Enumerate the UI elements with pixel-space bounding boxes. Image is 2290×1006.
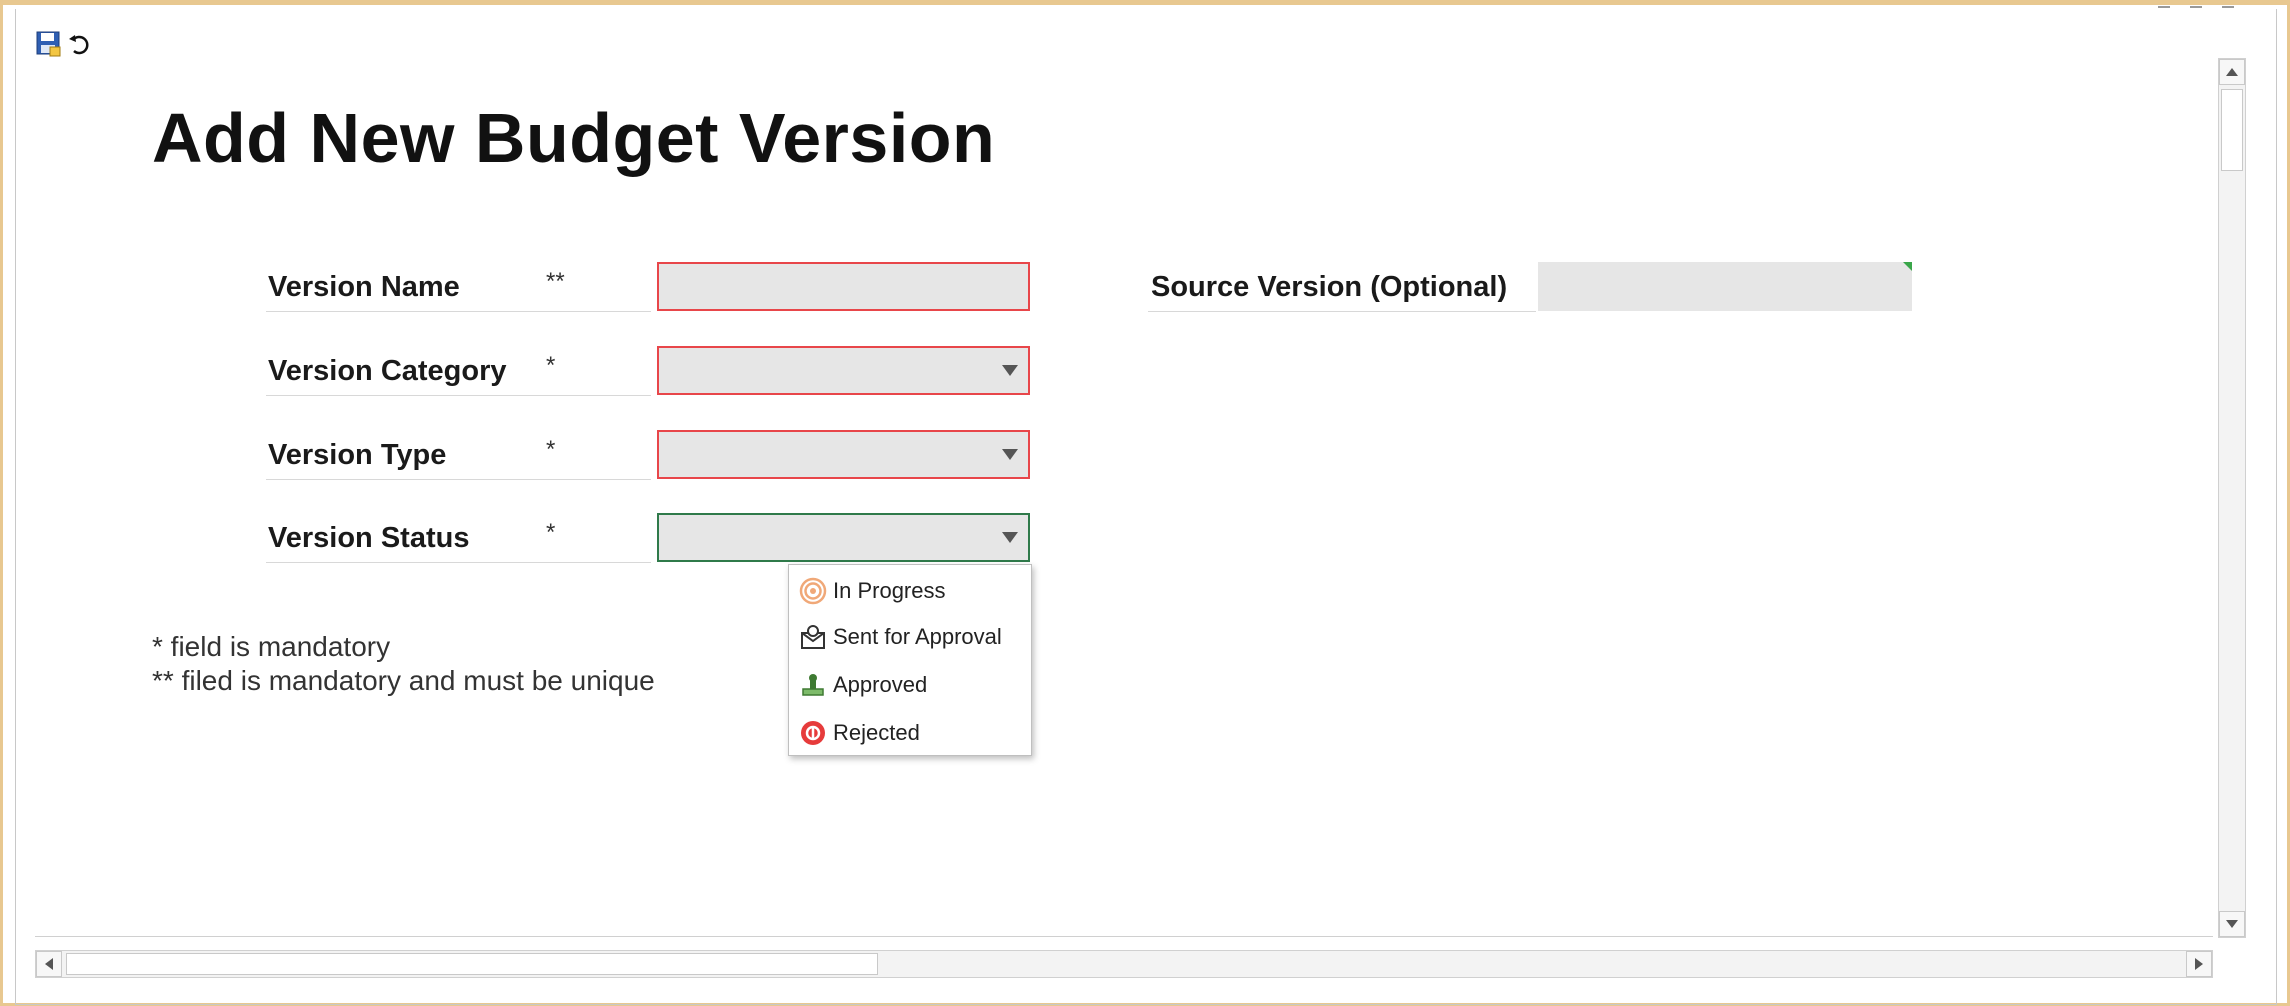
version-status-row: Version Status * <box>266 513 1030 563</box>
lookup-indicator-icon <box>1903 262 1912 271</box>
scroll-right-button[interactable] <box>2186 951 2212 977</box>
approved-icon <box>799 671 827 699</box>
divider <box>266 479 651 480</box>
version-status-dropdown: In Progress Sent for Approval Approved R… <box>788 564 1032 756</box>
mandatory-notes: * field is mandatory ** filed is mandato… <box>152 630 655 698</box>
divider <box>1148 311 1536 312</box>
source-version-label: Source Version (Optional) <box>1151 271 1508 303</box>
maximize-icon[interactable] <box>2222 0 2234 8</box>
version-name-label: Version Name <box>268 271 460 303</box>
window-controls <box>2158 0 2234 10</box>
save-button[interactable] <box>35 30 63 58</box>
refresh-button[interactable] <box>65 30 93 58</box>
dropdown-option-approved[interactable]: Approved <box>799 665 927 705</box>
rejected-icon <box>799 719 827 747</box>
version-category-select[interactable] <box>657 346 1030 395</box>
divider <box>266 395 651 396</box>
arrow-down-icon <box>2226 920 2238 928</box>
scroll-left-button[interactable] <box>36 951 62 977</box>
version-type-select[interactable] <box>657 430 1030 479</box>
scroll-down-button[interactable] <box>2219 911 2245 937</box>
dropdown-option-label: Approved <box>833 672 928 697</box>
restore-icon[interactable] <box>2190 0 2202 8</box>
version-type-required-marker: * <box>546 436 556 463</box>
vertical-scrollbar[interactable] <box>2218 58 2246 938</box>
dropdown-option-label: Sent for Approval <box>833 624 1002 649</box>
dropdown-option-sent-for-approval[interactable]: Sent for Approval <box>799 617 1002 657</box>
refresh-icon <box>69 35 89 55</box>
version-status-required-marker: * <box>546 519 556 546</box>
horizontal-scrollbar[interactable] <box>35 950 2213 978</box>
version-name-required-marker: ** <box>546 268 565 295</box>
dropdown-option-in-progress[interactable]: In Progress <box>799 571 946 611</box>
scroll-up-button[interactable] <box>2219 59 2245 85</box>
version-status-label: Version Status <box>268 522 470 554</box>
source-version-row: Source Version (Optional) <box>1148 262 1912 312</box>
version-category-row: Version Category * <box>266 346 1030 396</box>
save-icon <box>36 31 61 57</box>
toolbar <box>35 30 93 58</box>
chevron-down-icon[interactable] <box>1002 365 1018 376</box>
arrow-up-icon <box>2226 68 2238 76</box>
note-unique: ** filed is mandatory and must be unique <box>152 665 655 696</box>
version-type-row: Version Type * <box>266 430 1030 480</box>
version-name-input[interactable] <box>657 262 1030 311</box>
in-progress-icon <box>799 577 827 605</box>
version-category-label: Version Category <box>268 355 507 387</box>
chevron-down-icon[interactable] <box>1002 449 1018 460</box>
dropdown-option-rejected[interactable]: Rejected <box>799 713 920 753</box>
horizontal-scroll-thumb[interactable] <box>66 953 878 975</box>
note-mandatory: * field is mandatory <box>152 631 391 662</box>
sent-for-approval-icon <box>799 623 827 651</box>
arrow-right-icon <box>2195 958 2203 970</box>
dropdown-option-label: Rejected <box>833 720 920 745</box>
dropdown-option-label: In Progress <box>833 578 946 603</box>
divider <box>35 936 2213 937</box>
version-status-select[interactable] <box>657 513 1030 562</box>
divider <box>266 562 651 563</box>
page-title: Add New Budget Version <box>152 99 996 177</box>
divider <box>266 311 651 312</box>
minimize-icon[interactable] <box>2158 0 2170 8</box>
version-category-required-marker: * <box>546 352 556 379</box>
version-name-row: Version Name ** <box>266 262 1030 312</box>
vertical-scroll-thumb[interactable] <box>2221 89 2243 171</box>
source-version-input[interactable] <box>1538 262 1912 311</box>
version-type-label: Version Type <box>268 439 447 471</box>
arrow-left-icon <box>45 958 53 970</box>
chevron-down-icon[interactable] <box>1002 532 1018 543</box>
